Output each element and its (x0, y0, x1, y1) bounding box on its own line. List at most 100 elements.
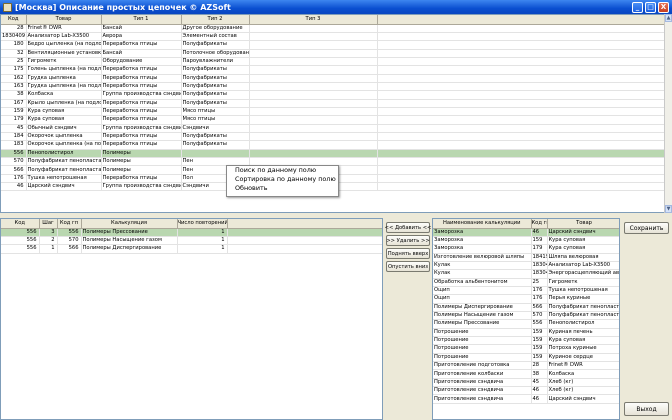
list-item[interactable]: Заморозка 159 Кура суповая (433, 236, 619, 246)
table-row[interactable]: 163 Грудка цыпленка (на подлож Переработка… (1, 82, 667, 92)
table-row[interactable]: 556 2 570 Полимеры Насыщение газом 1 (1, 236, 382, 246)
table-row[interactable]: 159 Кура суповая Переработка птицы Мясо пти… (1, 107, 667, 117)
table-cell[interactable]: Кура суповая (547, 336, 619, 346)
table-cell[interactable]: 167 (1, 99, 27, 108)
col-header-product[interactable]: Товар (26, 15, 102, 25)
col-header-repeat-count[interactable]: Число повторений (177, 219, 228, 229)
table-cell[interactable]: Переработка птицы (101, 115, 182, 125)
list-item[interactable]: Приготовление сэндвича 46 Царский сэндвич (433, 394, 619, 404)
table-cell[interactable]: Переработка птицы (101, 65, 182, 75)
scroll-up-arrow-icon[interactable]: ▲ (665, 14, 672, 22)
table-cell[interactable]: 2 (39, 236, 58, 246)
table-cell[interactable]: Кура суповая (547, 236, 619, 246)
close-button[interactable]: X (658, 1, 669, 13)
table-cell[interactable]: Сэндвичи (181, 124, 250, 133)
table-cell[interactable]: 570 (1, 157, 27, 167)
table-row[interactable]: 556 1 566 Полимеры Диспергирование 1 (1, 244, 382, 254)
table-cell[interactable]: Полимеры Прессование (433, 319, 532, 329)
table-cell[interactable]: Куриная печень (547, 328, 619, 337)
table-cell[interactable]: Полимеры Диспергирование (81, 244, 178, 254)
list-item[interactable]: Потрошение 159 Кура суповая (433, 336, 619, 346)
table-cell[interactable]: Энергорасщепляющий ави (547, 269, 619, 279)
table-cell[interactable]: 176 (531, 286, 548, 296)
table-cell[interactable] (249, 149, 378, 159)
remove-button[interactable]: >> Удалить >> (386, 235, 430, 246)
table-cell[interactable]: Группа производства сэндвичей (101, 182, 182, 192)
table-cell[interactable]: 179 (1, 115, 27, 125)
exit-button[interactable]: Выход (624, 402, 669, 416)
table-cell[interactable]: Оборудование (101, 57, 182, 67)
table-cell[interactable]: 159 (531, 353, 548, 363)
table-cell[interactable]: Куриное сердце (547, 353, 619, 363)
table-cell[interactable]: 159 (531, 344, 548, 354)
table-row[interactable]: 167 Крыло цыпленка (на подлож Переработка … (1, 99, 667, 108)
list-item[interactable]: Изготовление велюровой шляпы18419Шляпа в… (433, 253, 619, 262)
scroll-down-arrow-icon[interactable]: ▼ (665, 205, 672, 213)
table-cell[interactable]: Полуфабрикат пенопласта в (26, 157, 102, 167)
list-item[interactable]: Заморозка 179 Кура суповая (433, 244, 619, 254)
table-cell[interactable]: Хлеб (кг) (547, 386, 619, 396)
table-cell[interactable]: 176 (531, 294, 548, 304)
table-cell[interactable]: 556 (531, 319, 548, 329)
table-cell[interactable]: Вентиляционные установки (26, 49, 102, 58)
table-cell[interactable] (181, 149, 250, 159)
table-cell[interactable]: Полуфабрикаты (181, 65, 250, 75)
table-cell[interactable]: 570 (531, 311, 548, 321)
table-cell[interactable]: Обычный сэндвич (26, 124, 102, 133)
table-cell[interactable]: Заморозка (433, 236, 532, 246)
table-cell[interactable]: Царский сэндвич (547, 228, 619, 237)
table-cell[interactable]: Крыло цыпленка (на подлож (26, 99, 102, 108)
table-cell[interactable]: Кура суповая (26, 115, 102, 125)
table-cell[interactable]: 32 (1, 49, 27, 58)
list-item[interactable]: Кулак183049Анализатор Lab-X3500 (433, 261, 619, 271)
table-cell[interactable] (249, 132, 378, 142)
table-cell[interactable]: 28 (1, 24, 27, 33)
table-cell[interactable]: 1 (177, 236, 228, 246)
table-cell[interactable]: Группа производства сэндвичей (101, 124, 182, 133)
table-cell[interactable]: Тушка непотрошеная (26, 174, 102, 184)
table-cell[interactable]: Бансай (101, 24, 182, 33)
table-cell[interactable]: Полимеры Насыщение газом (433, 311, 532, 321)
table-cell[interactable]: 3 (39, 228, 58, 237)
table-cell[interactable]: 556 (1, 244, 40, 254)
table-cell[interactable]: 159 (531, 236, 548, 246)
table-cell[interactable]: 570 (57, 236, 82, 246)
table-cell[interactable]: Элементный состав (181, 32, 250, 42)
table-row[interactable]: 556 3 556 Полимеры Прессование 1 (1, 228, 382, 237)
table-cell[interactable]: Потолочное оборудование (181, 49, 250, 58)
table-cell[interactable]: 159 (1, 107, 27, 117)
table-cell[interactable]: Приготовление сэндвича (433, 378, 532, 388)
list-item[interactable]: Полимеры Прессование 556 Пенополистирол (433, 319, 619, 329)
table-cell[interactable]: 25 (531, 278, 548, 287)
table-cell[interactable]: Заморозка (433, 244, 532, 254)
table-row[interactable]: 183 Окорочок цыпленка (на под Переработка … (1, 140, 667, 150)
chain-steps-grid[interactable]: Код Шаг Код гп Калькуляция Число повторе… (0, 218, 383, 420)
table-cell[interactable]: 556 (57, 228, 82, 237)
table-cell[interactable]: Анализатор Lab-X3500 (26, 32, 102, 42)
list-item[interactable]: Приготовление подготовка 28 Frinet® DWR (433, 361, 619, 371)
table-cell[interactable]: 556 (1, 149, 27, 159)
table-cell[interactable]: Полуфабрикаты (181, 132, 250, 142)
table-cell[interactable]: Полуфабрикаты (181, 40, 250, 50)
table-cell[interactable]: Колбаска (547, 369, 619, 379)
table-cell[interactable]: Полимеры (101, 149, 182, 159)
menu-item-search-by-field[interactable]: Поиск по данному полю (227, 166, 338, 175)
list-item[interactable]: Потрошение 159 Куриное сердце (433, 353, 619, 363)
table-cell[interactable]: Frinet® DWR (26, 24, 102, 33)
table-cell[interactable]: Полимеры Диспергирование (433, 303, 532, 312)
table-cell[interactable]: Тушка непотрошеная (547, 286, 619, 296)
table-cell[interactable]: Пенополистирол (26, 149, 102, 159)
table-cell[interactable]: 179 (531, 244, 548, 254)
table-cell[interactable]: Гигрометк (26, 57, 102, 67)
table-row[interactable]: 162 Грудка цыпленка Переработка птицы Полуф… (1, 74, 667, 83)
table-cell[interactable]: 556 (1, 228, 40, 237)
table-cell[interactable]: 159 (531, 336, 548, 346)
table-cell[interactable] (249, 90, 378, 100)
table-cell[interactable]: Frinet® DWR (547, 361, 619, 371)
table-cell[interactable]: Полуфабрикат пенопласта ф (26, 165, 102, 175)
table-cell[interactable]: 46 (1, 182, 27, 192)
table-cell[interactable]: Полуфабрикат пенопласт (547, 311, 619, 321)
table-cell[interactable]: Окорочок цыпленка (26, 132, 102, 142)
list-item[interactable]: Потрошение 159 Куриная печень (433, 328, 619, 337)
table-row[interactable]: 556 Пенополистирол Полимеры (1, 149, 667, 159)
